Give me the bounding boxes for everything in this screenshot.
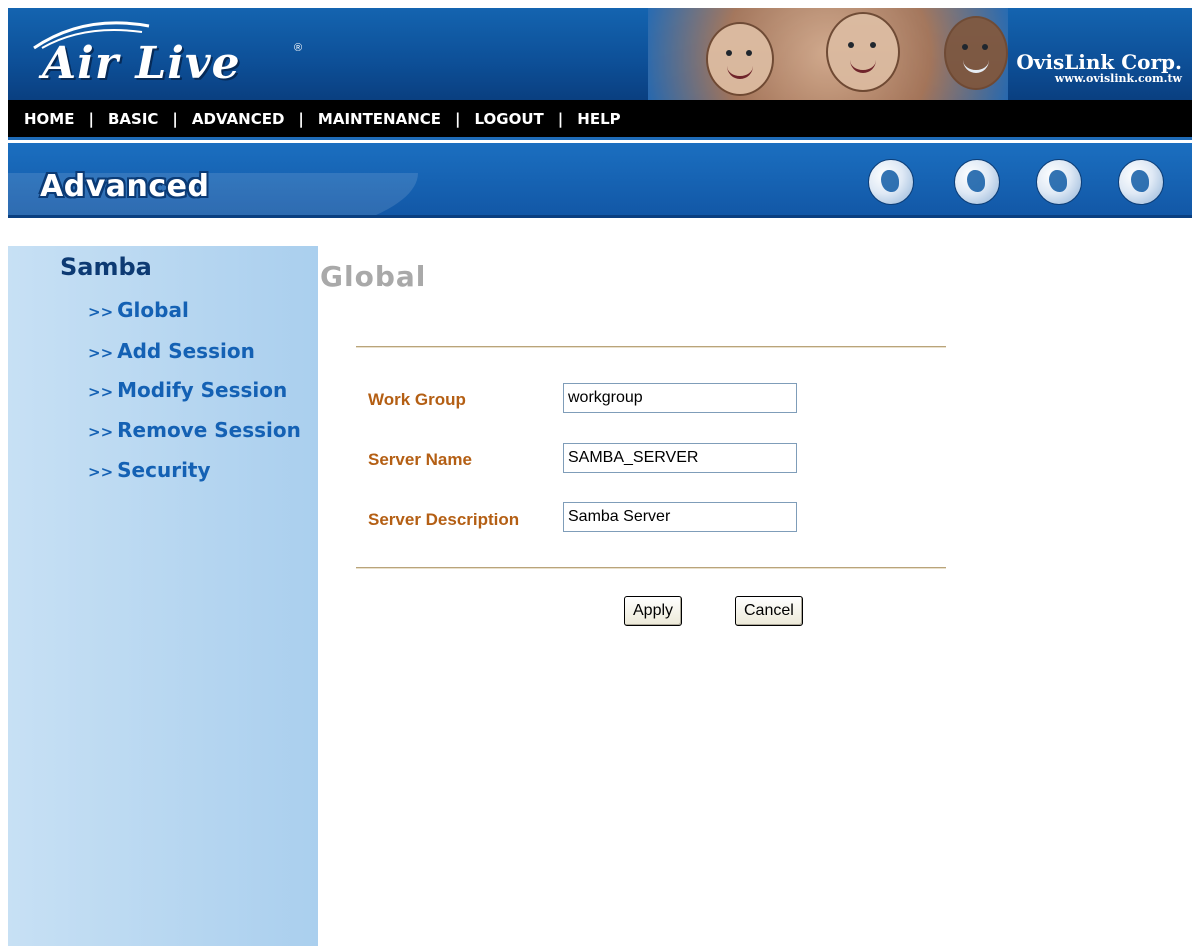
divider-top <box>356 346 946 348</box>
arrow-icon: >> <box>88 303 114 321</box>
arrow-icon: >> <box>88 383 114 401</box>
nav-advanced[interactable]: ADVANCED <box>192 110 285 128</box>
sidebar-title: Samba <box>60 253 152 281</box>
server-name-label: Server Name <box>368 450 472 469</box>
nav-basic[interactable]: BASIC <box>108 110 158 128</box>
nav-logout[interactable]: LOGOUT <box>475 110 544 128</box>
sidebar-item-remove-session[interactable]: >> Remove Session <box>88 418 301 442</box>
sidebar-item-global[interactable]: >> Global <box>88 298 189 322</box>
work-group-label: Work Group <box>368 390 466 409</box>
arrow-icon: >> <box>88 423 114 441</box>
corp-brand: OvisLink Corp. www.ovislink.com.tw <box>1016 52 1182 86</box>
nav-separator: | <box>298 109 304 128</box>
nav-separator: | <box>557 109 564 128</box>
airlive-logo: Air Live <box>42 38 241 89</box>
nav-maintenance[interactable]: MAINTENANCE <box>318 110 441 128</box>
nav-help[interactable]: HELP <box>577 110 620 128</box>
server-description-input[interactable] <box>563 502 797 532</box>
globe-icon <box>954 159 1000 205</box>
globe-icon <box>868 159 914 205</box>
child-face <box>706 22 774 96</box>
registered-mark: ® <box>294 42 303 54</box>
child-face <box>944 16 1008 90</box>
child-face <box>826 12 900 92</box>
cancel-button[interactable]: Cancel <box>735 596 803 626</box>
globe-icon <box>1036 159 1082 205</box>
nav-separator: | <box>88 109 94 128</box>
sidebar-item-label: Add Session <box>117 339 255 363</box>
header-photo <box>648 8 1008 100</box>
section-title: Advanced <box>40 169 210 204</box>
server-description-label: Server Description <box>368 510 520 529</box>
section-banner: Advanced <box>8 143 1192 217</box>
sidebar-item-modify-session[interactable]: >> Modify Session <box>88 378 287 402</box>
sidebar-item-label: Remove Session <box>117 418 301 442</box>
sidebar-item-label: Modify Session <box>117 378 288 402</box>
sidebar-item-security[interactable]: >> Security <box>88 458 211 482</box>
globe-icon <box>1118 159 1164 205</box>
corp-name: OvisLink Corp. <box>1016 50 1182 74</box>
header: Air Live ® OvisLink Corp. www.ovislink.c… <box>8 8 1192 100</box>
arrow-icon: >> <box>88 344 114 362</box>
sidebar-item-label: Security <box>117 458 211 482</box>
sidebar-item-add-session[interactable]: >> Add Session <box>88 339 255 363</box>
page: Air Live ® OvisLink Corp. www.ovislink.c… <box>8 8 1192 946</box>
apply-button[interactable]: Apply <box>624 596 683 626</box>
divider-bottom <box>356 567 946 569</box>
work-group-input[interactable] <box>563 383 797 413</box>
nav-separator: | <box>172 109 178 128</box>
nav-separator: | <box>455 109 461 128</box>
arrow-icon: >> <box>88 463 114 481</box>
corp-url: www.ovislink.com.tw <box>1054 72 1182 85</box>
nav-home[interactable]: HOME <box>24 110 74 128</box>
banner-divider <box>8 215 1192 218</box>
page-title: Global <box>320 260 427 293</box>
server-name-input[interactable] <box>563 443 797 473</box>
sidebar-item-label: Global <box>117 298 189 322</box>
top-nav: HOME | BASIC | ADVANCED | MAINTENANCE | … <box>8 100 1192 140</box>
